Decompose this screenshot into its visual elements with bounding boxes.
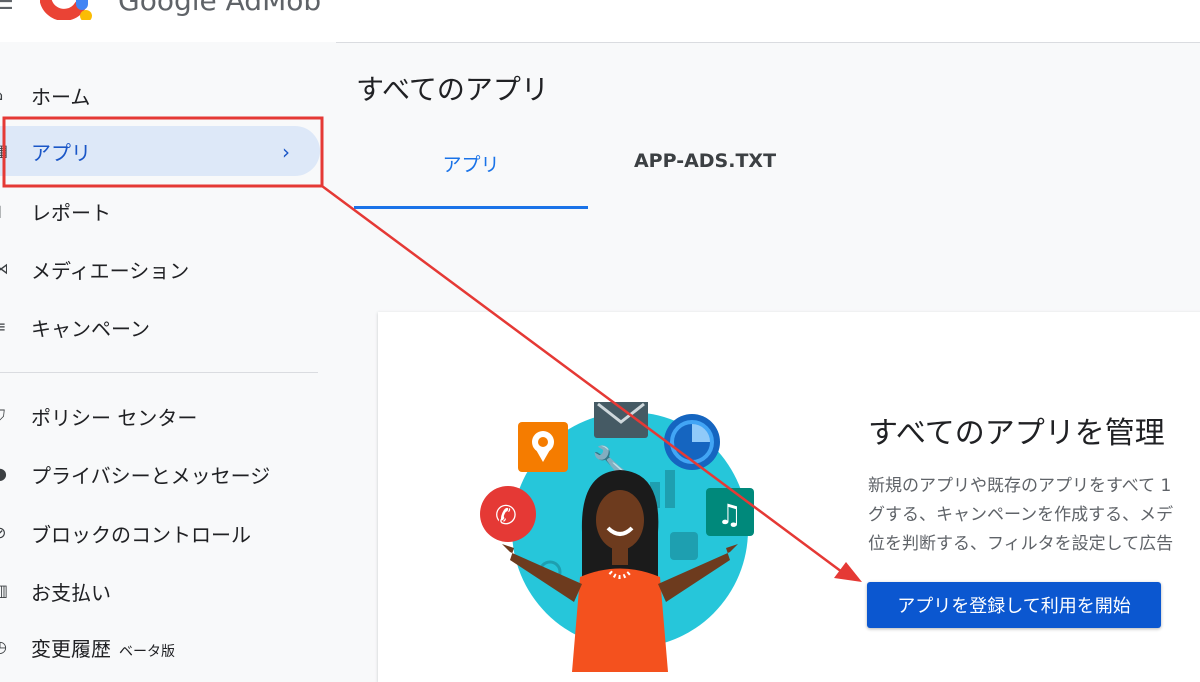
- sidebar-item-campaigns[interactable]: ≡ キャンペーン: [0, 302, 320, 352]
- sidebar-item-label: ポリシー センター: [31, 405, 198, 430]
- register-app-button[interactable]: アプリを登録して利用を開始: [867, 582, 1161, 628]
- sidebar-item-blocking-controls[interactable]: ⊘ ブロックのコントロール: [0, 508, 320, 558]
- sidebar-item-policy-center[interactable]: ⛉ ポリシー センター: [0, 391, 320, 441]
- admob-logo-icon: [40, 0, 92, 20]
- mediation-icon: ⋊: [0, 262, 7, 276]
- sidebar-item-label: お支払い: [31, 580, 111, 605]
- card-description-line: グする、キャンペーンを作成する、メデ: [868, 505, 1174, 525]
- card-title: すべてのアプリを管理: [868, 416, 1165, 451]
- sidebar-item-label: メディエーション: [31, 258, 190, 283]
- card-description: 新規のアプリや既存のアプリをすべて 1 グする、キャンペーンを作成する、メデ 位…: [868, 472, 1200, 559]
- person-face: [596, 490, 644, 550]
- check-box-icon: [670, 532, 698, 560]
- sidebar-item-label: プライバシーとメッセージ: [31, 463, 271, 488]
- menu-icon[interactable]: ☰: [0, 0, 14, 15]
- sidebar-divider: [0, 372, 318, 373]
- svg-text:✆: ✆: [495, 501, 517, 531]
- sidebar-item-payments[interactable]: ▥ お支払い: [0, 566, 320, 616]
- sidebar-item-home[interactable]: ⌂ ホーム: [0, 70, 320, 120]
- sidebar-item-label: ホーム: [31, 84, 91, 109]
- card-description-line: 新規のアプリや既存のアプリをすべて 1: [868, 476, 1172, 496]
- card-description-line: 位を判断する、フィルタを設定して広告: [868, 534, 1174, 554]
- sidebar-item-privacy-messaging[interactable]: ● プライバシーとメッセージ: [0, 449, 320, 499]
- top-app-bar: ☰ Google AdMob: [0, 0, 1200, 43]
- history-icon: ◷: [0, 640, 7, 654]
- privacy-person-icon: ●: [0, 467, 7, 481]
- sidebar-item-label: アプリ: [31, 140, 91, 165]
- block-icon: ⊘: [0, 526, 7, 540]
- sidebar-item-mediation[interactable]: ⋊ メディエーション: [0, 244, 320, 294]
- tab-apps[interactable]: アプリ: [354, 150, 588, 209]
- sidebar-item-label: 変更履歴 ベータ版: [31, 633, 175, 662]
- payments-icon: ▥: [0, 584, 7, 598]
- apps-icon: ▦: [0, 144, 7, 158]
- sidebar-item-label: キャンペーン: [31, 316, 150, 341]
- apps-illustration: 🔧 ✆ ♫: [480, 402, 754, 672]
- sidebar-item-apps[interactable]: ▦ アプリ ›: [0, 126, 320, 176]
- manage-apps-card: 🔧 ✆ ♫ すべてのアプリを管理 新規のアプリや既存のアプリをすべて 1 グする…: [378, 312, 1200, 682]
- beta-badge: ベータ版: [119, 643, 175, 660]
- sidebar-item-label: レポート: [31, 200, 111, 225]
- sidebar-item-label: ブロックのコントロール: [31, 522, 251, 547]
- reports-icon: ▮: [0, 204, 7, 218]
- brand-name: Google AdMob: [118, 0, 322, 17]
- tab-app-ads-txt[interactable]: APP-ADS.TXT: [588, 150, 822, 206]
- person-shirt: [572, 568, 668, 672]
- chevron-right-icon: ›: [282, 140, 290, 164]
- home-icon: ⌂: [0, 88, 7, 102]
- policy-shield-icon: ⛉: [0, 409, 7, 423]
- svg-text:♫: ♫: [717, 498, 742, 531]
- campaigns-icon: ≡: [0, 320, 7, 334]
- sidebar-item-reports[interactable]: ▮ レポート: [0, 186, 320, 236]
- change-history-label: 変更履歴: [31, 636, 111, 661]
- sidebar: ⌂ ホーム ▦ アプリ › ▮ レポート ⋊ メディエーション ≡ キャンペーン…: [0, 42, 336, 665]
- page-title: すべてのアプリ: [356, 73, 549, 106]
